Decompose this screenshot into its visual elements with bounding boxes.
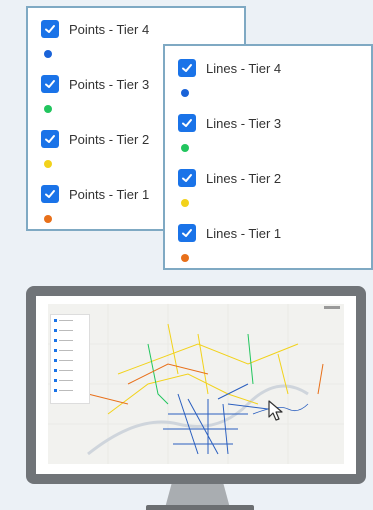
checkbox-points-tier-2[interactable] (41, 130, 59, 148)
checkbox-lines-tier-2[interactable] (178, 169, 196, 187)
color-dot (44, 215, 52, 223)
mouse-pointer-icon (268, 400, 283, 421)
checkbox-lines-tier-3[interactable] (178, 114, 196, 132)
mini-legend-row (54, 339, 84, 342)
mini-legend-row (54, 359, 84, 362)
legend-item-points-tier-4[interactable]: Points - Tier 4 (41, 20, 150, 58)
mini-legend (50, 314, 90, 404)
legend-label: Points - Tier 1 (69, 186, 150, 202)
color-dot (181, 144, 189, 152)
legend-item-lines-tier-3[interactable]: Lines - Tier 3 (178, 114, 282, 152)
mini-legend-row (54, 349, 84, 352)
map-preview (48, 304, 344, 464)
legend-label: Lines - Tier 3 (206, 115, 282, 131)
monitor-illustration (26, 286, 366, 484)
checkmark-icon (182, 119, 192, 127)
checkbox-points-tier-3[interactable] (41, 75, 59, 93)
legend-label: Points - Tier 3 (69, 76, 150, 92)
legend-item-points-tier-2[interactable]: Points - Tier 2 (41, 130, 150, 168)
mini-legend-row (54, 379, 84, 382)
legend-label: Points - Tier 2 (69, 131, 150, 147)
legend-label: Lines - Tier 1 (206, 225, 282, 241)
lines-legend-panel: Lines - Tier 4 Lines - Tier 3 Lines - Ti… (163, 44, 373, 270)
color-dot (44, 160, 52, 168)
checkmark-icon (182, 174, 192, 182)
legend-label: Points - Tier 4 (69, 21, 150, 37)
mini-map-toolbar (324, 306, 340, 309)
mini-legend-row (54, 389, 84, 392)
checkbox-points-tier-1[interactable] (41, 185, 59, 203)
monitor-stand-base (146, 505, 254, 510)
checkmark-icon (182, 64, 192, 72)
checkbox-points-tier-4[interactable] (41, 20, 59, 38)
monitor-screen (36, 296, 356, 474)
checkmark-icon (45, 25, 55, 33)
checkmark-icon (45, 80, 55, 88)
map-network-graphic (48, 304, 344, 464)
legend-label: Lines - Tier 2 (206, 170, 282, 186)
legend-item-lines-tier-4[interactable]: Lines - Tier 4 (178, 59, 282, 97)
mini-legend-row (54, 319, 84, 322)
color-dot (44, 50, 52, 58)
checkmark-icon (182, 229, 192, 237)
color-dot (181, 254, 189, 262)
checkbox-lines-tier-4[interactable] (178, 59, 196, 77)
color-dot (181, 89, 189, 97)
mini-legend-row (54, 329, 84, 332)
checkbox-lines-tier-1[interactable] (178, 224, 196, 242)
legend-item-lines-tier-2[interactable]: Lines - Tier 2 (178, 169, 282, 207)
color-dot (181, 199, 189, 207)
mini-legend-row (54, 369, 84, 372)
checkmark-icon (45, 190, 55, 198)
color-dot (44, 105, 52, 113)
legend-label: Lines - Tier 4 (206, 60, 282, 76)
legend-item-points-tier-1[interactable]: Points - Tier 1 (41, 185, 150, 223)
legend-item-lines-tier-1[interactable]: Lines - Tier 1 (178, 224, 282, 262)
legend-item-points-tier-3[interactable]: Points - Tier 3 (41, 75, 150, 113)
checkmark-icon (45, 135, 55, 143)
